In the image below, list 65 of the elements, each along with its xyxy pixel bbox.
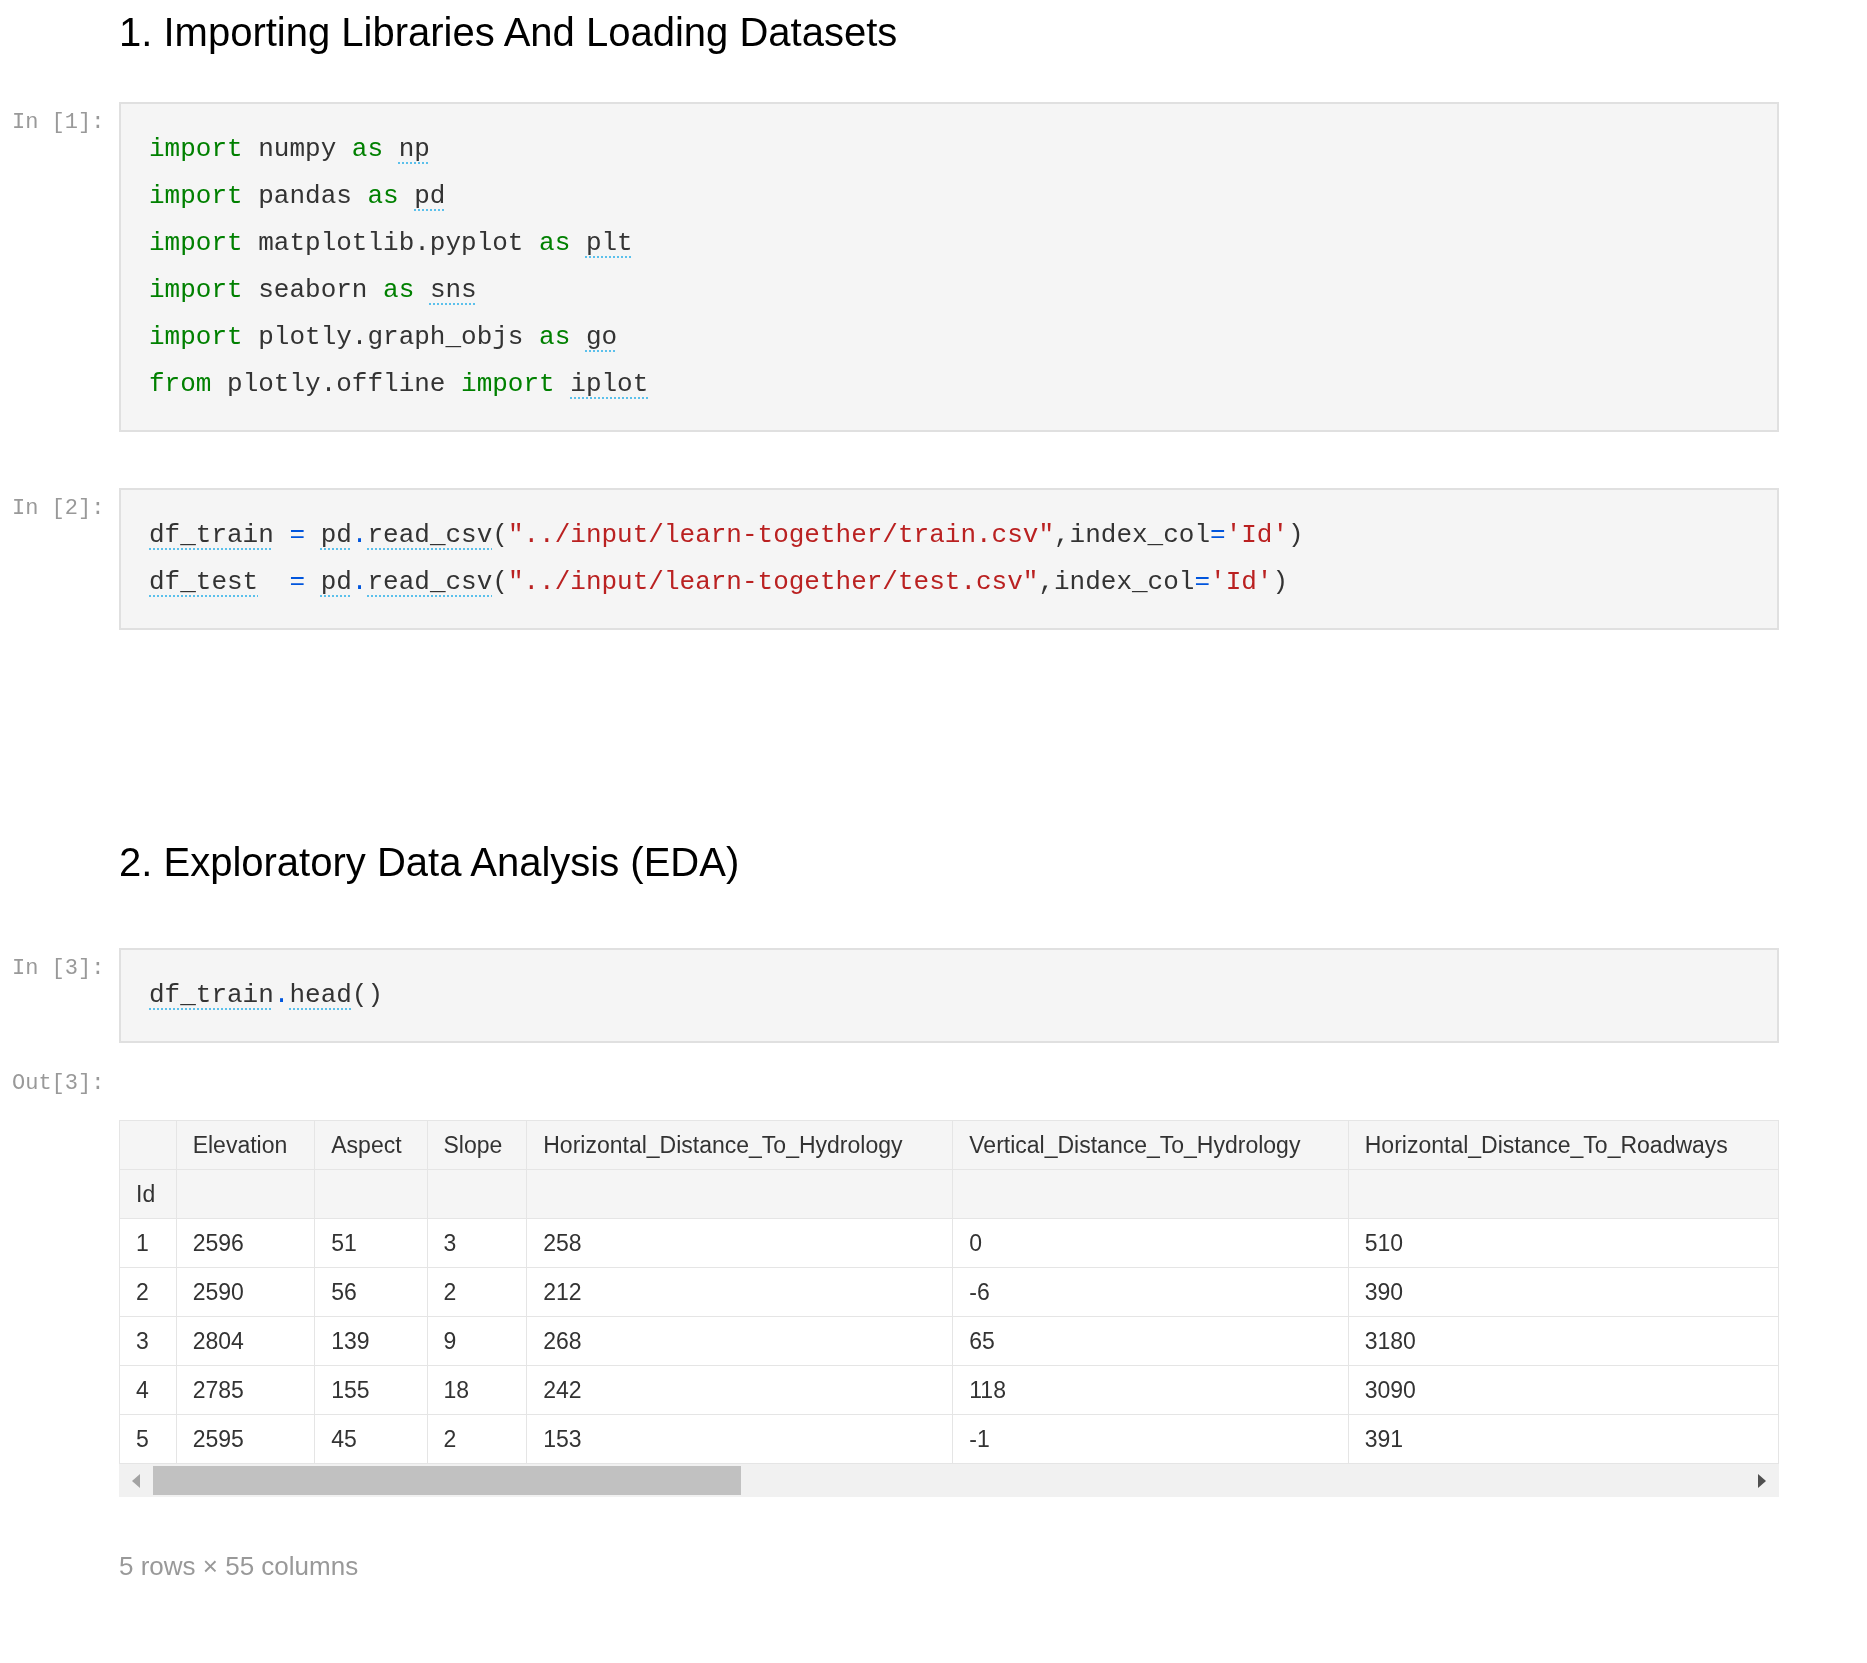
table-cell: 2785 [192, 1376, 244, 1403]
scroll-left-icon[interactable] [131, 1473, 141, 1488]
column-header: Elevation [192, 1131, 288, 1158]
row-index: 4 [136, 1376, 149, 1403]
input-prompt: In [2]: [12, 496, 105, 521]
code-line: df_train = pd.read_csv("../input/learn-together/train.csv",index_col='Id') [149, 519, 1305, 552]
table-cell: -1 [969, 1425, 990, 1452]
table-cell: 258 [543, 1229, 582, 1256]
table-cell: 3180 [1364, 1327, 1416, 1354]
table-cell: 56 [331, 1278, 357, 1305]
table-cell: 2595 [192, 1425, 244, 1452]
input-prompt: In [1]: [12, 110, 105, 135]
code-line: import plotly.graph_objs as go [149, 321, 619, 354]
section-heading: 2. Exploratory Data Analysis (EDA) [119, 839, 741, 886]
table-cell: 2 [443, 1425, 457, 1452]
table-cell: 153 [543, 1425, 582, 1452]
scrollbar-thumb[interactable] [153, 1466, 741, 1495]
code-line: import numpy as np [149, 133, 431, 166]
table-shape-caption: 5 rows × 55 columns [119, 1551, 359, 1581]
code-line: import pandas as pd [149, 180, 447, 213]
table-cell: 118 [969, 1376, 1006, 1403]
row-index: 1 [136, 1229, 149, 1256]
table-cell: 139 [331, 1327, 370, 1354]
code-line: import matplotlib.pyplot as plt [149, 227, 634, 260]
table-cell: 391 [1364, 1425, 1404, 1452]
table-cell: -6 [969, 1278, 990, 1305]
table-cell: 2804 [192, 1327, 244, 1354]
table-cell: 390 [1364, 1278, 1404, 1305]
column-header: Vertical_Distance_To_Hydrology [969, 1131, 1301, 1158]
output-prompt: Out[3]: [12, 1071, 105, 1096]
table-cell: 2596 [192, 1229, 244, 1256]
table-cell: 2590 [192, 1278, 244, 1305]
table-cell: 18 [443, 1376, 470, 1403]
code-line: from plotly.offline import iplot [149, 368, 650, 401]
table-cell: 212 [543, 1278, 582, 1305]
section-heading: 1. Importing Libraries And Loading Datasets [119, 9, 899, 56]
code-cell[interactable]: import numpy as np import pandas as pd import matplotlib.pyplot as plt import seaborn as sns import plotly.graph_objs as go from plotly.offline import iplot [119, 102, 1779, 432]
table-cell: 65 [969, 1327, 995, 1354]
table-cell: 242 [543, 1376, 582, 1403]
index-header: Id [136, 1180, 156, 1207]
column-header: Horizontal_Distance_To_Roadways [1364, 1131, 1728, 1158]
table-cell: 2 [443, 1278, 457, 1305]
table-cell: 45 [331, 1425, 357, 1452]
table-cell: 3 [443, 1229, 457, 1256]
row-index: 3 [136, 1327, 149, 1354]
column-header: Slope [443, 1131, 503, 1158]
table-cell: 9 [443, 1327, 457, 1354]
table-cell: 155 [331, 1376, 370, 1403]
code-line: df_test = pd.read_csv("../input/learn-together/test.csv",index_col='Id') [149, 566, 1290, 599]
table-cell: 510 [1364, 1229, 1404, 1256]
code-cell[interactable]: df_train = pd.read_csv("../input/learn-together/train.csv",index_col='Id') df_test = pd.read_csv("../input/learn-together/test.csv",index_col='Id') [119, 488, 1779, 630]
table-cell: 3090 [1364, 1376, 1416, 1403]
table-cell: 0 [969, 1229, 983, 1256]
row-index: 5 [136, 1425, 149, 1452]
code-cell[interactable]: df_train.head() [119, 948, 1779, 1043]
code-line: import seaborn as sns [149, 274, 478, 307]
column-header: Horizontal_Distance_To_Hydrology [543, 1131, 903, 1158]
column-header: Aspect [331, 1131, 402, 1158]
scroll-right-icon[interactable] [1757, 1473, 1767, 1488]
code-line: df_train.head() [149, 979, 385, 1012]
input-prompt: In [3]: [12, 956, 105, 981]
horizontal-scrollbar[interactable] [119, 1464, 1779, 1497]
table-cell: 51 [331, 1229, 357, 1256]
table-cell: 268 [543, 1327, 582, 1354]
row-index: 2 [136, 1278, 149, 1305]
